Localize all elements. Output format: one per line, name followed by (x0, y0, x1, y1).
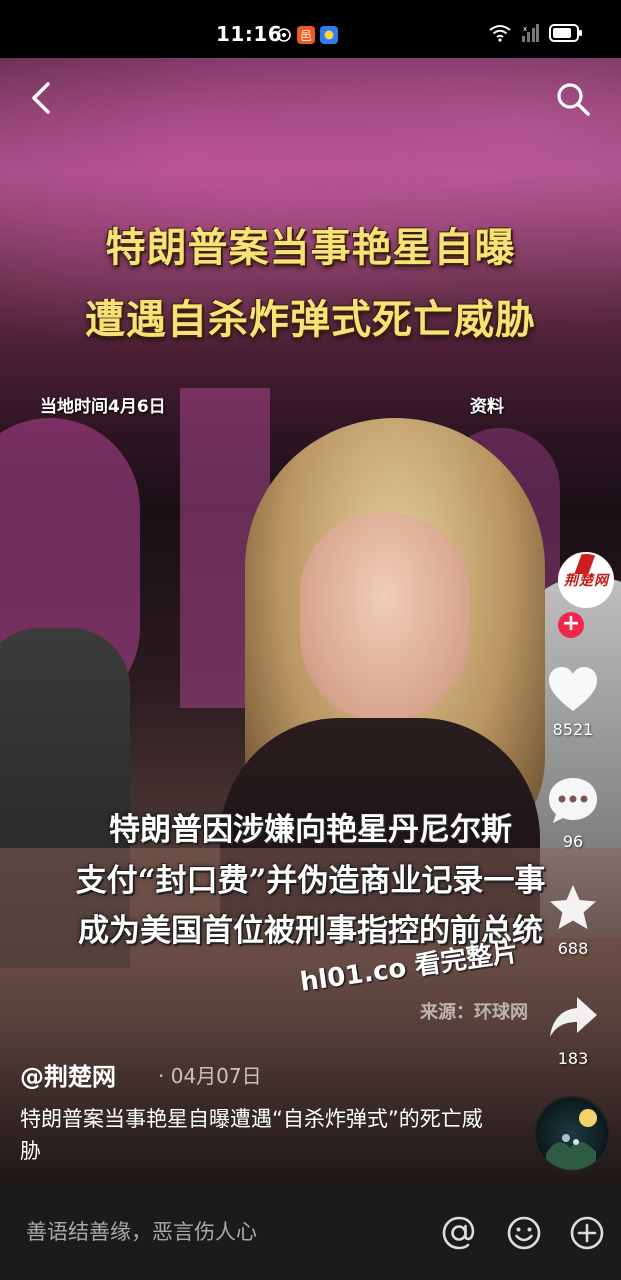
app-notification-icon: 邑 (297, 26, 315, 44)
music-cover-image (546, 1109, 597, 1170)
music-disc[interactable] (534, 1096, 610, 1172)
share-count: 183 (557, 1049, 589, 1068)
author-avatar[interactable]: 荆楚网 (558, 552, 614, 608)
battery-icon (549, 24, 582, 42)
status-time: 11:16 (216, 22, 283, 46)
like-count: 8521 (552, 720, 594, 739)
video-date-caption: 当地时间4月6日 (40, 397, 166, 417)
wifi-icon (489, 25, 511, 42)
video-headline-line1: 特朗普案当事艳星自曝 (105, 225, 516, 271)
signal-icon: x (522, 24, 539, 42)
favorite-button[interactable]: 688 (545, 883, 601, 958)
publish-date: · 04月07日 (158, 1064, 262, 1088)
share-button[interactable]: 183 (545, 993, 601, 1068)
status-bar: 11:16 邑 x (0, 0, 621, 58)
video-subtitle-line1: 特朗普因涉嫌向艳星丹尼尔斯 (109, 812, 512, 848)
follow-button[interactable]: + (558, 612, 584, 638)
svg-text:邑: 邑 (300, 29, 312, 43)
video-person-face (300, 513, 470, 723)
video-subtitle-line2: 支付“封口费”并伪造商业记录一事 (75, 863, 546, 899)
status-notification-icons: 邑 (276, 26, 338, 44)
star-icon (550, 885, 596, 929)
svg-text:x: x (523, 25, 527, 33)
author-name[interactable]: @荆楚网 (20, 1057, 116, 1092)
avatar-logo-text: 荆楚网 (564, 573, 609, 589)
comment-icon (549, 778, 597, 823)
at-icon[interactable] (440, 1214, 478, 1252)
chevron-left-icon[interactable] (26, 80, 58, 116)
location-icon (277, 28, 291, 42)
app-badge-icon (320, 26, 338, 44)
like-button[interactable]: 8521 (545, 666, 601, 739)
heart-icon (549, 667, 597, 711)
video-subtitle-line3: 成为美国首位被刑事指控的前总统 (78, 913, 543, 949)
video-source-caption: 来源：环球网 (420, 1002, 528, 1023)
post-description[interactable]: 特朗普案当事艳星自曝遭遇“自杀炸弹式”的死亡威胁 (20, 1103, 490, 1167)
emoji-icon[interactable] (505, 1214, 543, 1252)
video-archive-caption: 资料 (470, 397, 504, 417)
comment-count: 96 (562, 832, 584, 851)
favorite-count: 688 (557, 939, 589, 958)
search-icon[interactable] (554, 80, 592, 118)
plus-circle-icon[interactable] (568, 1214, 606, 1252)
comment-input[interactable]: 善语结善缘，恶言伤人心 (26, 1216, 257, 1246)
share-icon (550, 997, 597, 1037)
status-system-icons: x (489, 24, 583, 42)
comment-bar: 善语结善缘，恶言伤人心 (0, 1186, 621, 1280)
comment-button[interactable]: 96 (545, 776, 601, 851)
video-headline-line2: 遭遇自杀炸弹式死亡威胁 (85, 297, 536, 343)
